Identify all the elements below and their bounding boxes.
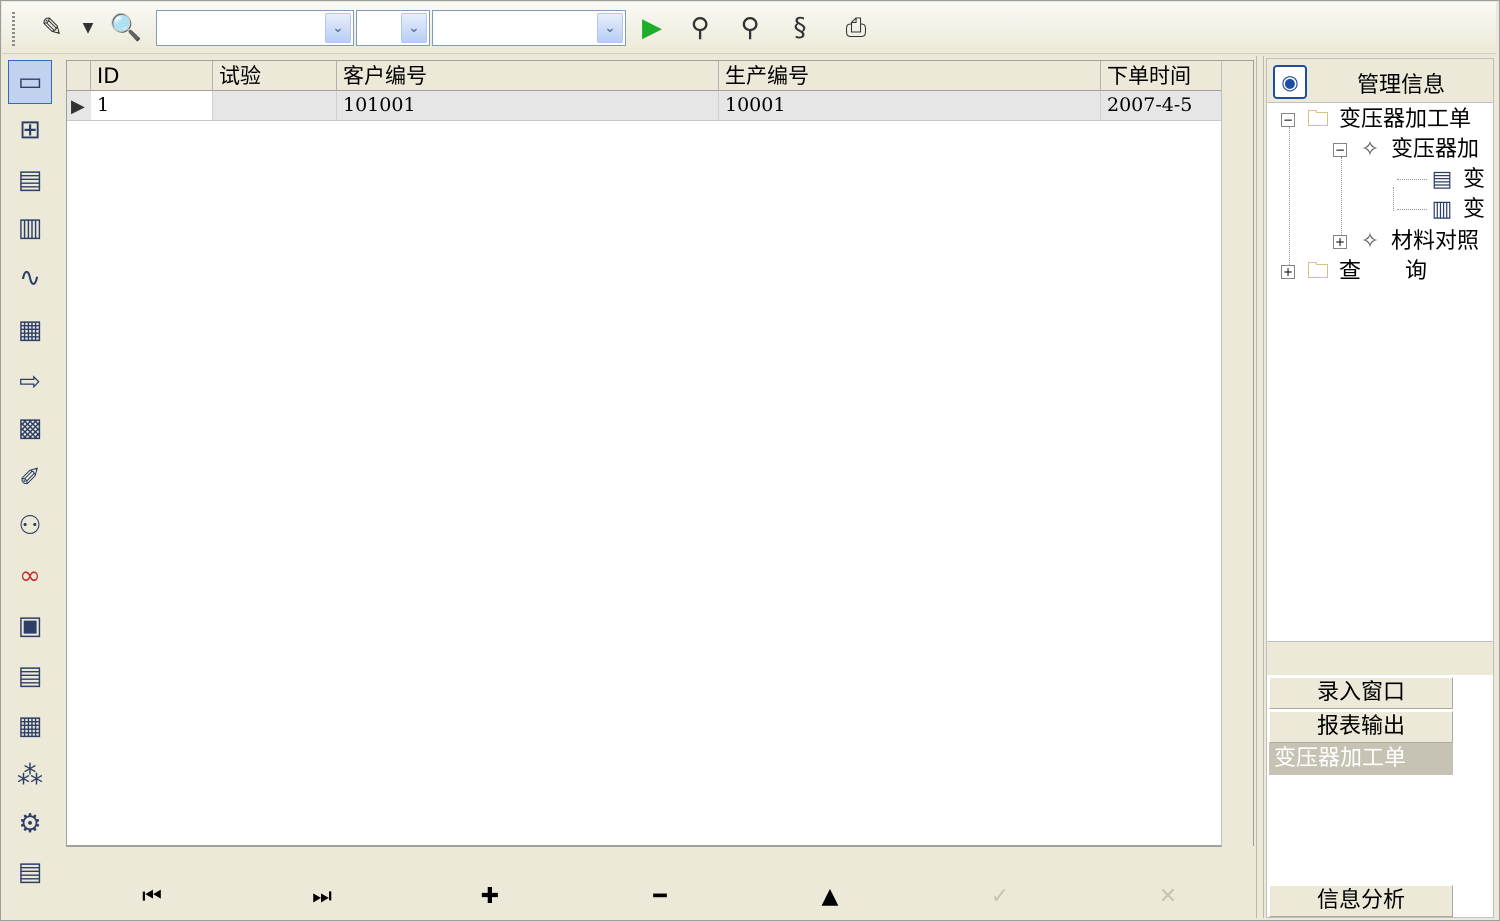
column-header-production-no[interactable]: 生产编号: [719, 61, 1101, 91]
download-grid-icon[interactable]: ▦: [8, 308, 52, 352]
tree-item-label: 变压器加工单: [1339, 107, 1472, 132]
matrix-icon[interactable]: ⁂: [8, 754, 52, 798]
table-row[interactable]: ▶ 1 101001 10001 2007-4-5: [67, 91, 1223, 121]
chevron-down-icon[interactable]: ⌄: [325, 13, 351, 43]
last-record-button[interactable]: ⏭: [302, 881, 342, 911]
import-icon[interactable]: ⇨: [8, 360, 52, 404]
tool-icon: ✧: [1360, 229, 1380, 254]
tool-icon: ✧: [1360, 137, 1380, 162]
panel-header: ◉ 管理信息: [1267, 59, 1493, 103]
window-icon[interactable]: ▭: [8, 60, 52, 104]
cell-customer-no[interactable]: 101001: [337, 91, 719, 120]
list-icon[interactable]: ▤: [8, 850, 52, 894]
tree-item-label: 材料对照: [1391, 229, 1480, 254]
workflow-icon[interactable]: ⚙: [8, 802, 52, 846]
column-header-order-time[interactable]: 下单时间: [1101, 61, 1223, 91]
tree-item-label: 变: [1463, 197, 1486, 222]
users-search-icon[interactable]: ⚇: [8, 504, 52, 548]
management-panel: ◉ 管理信息 − 🗀 变压器加工单 − ✧ 变压器加 ▤ 变 ▥ 变 + ✧ 材料对照 + 🗀 查 …: [1266, 58, 1494, 918]
panel-splitter[interactable]: [1256, 56, 1264, 918]
find-next-icon[interactable]: ⚲: [732, 10, 768, 46]
expand-icon[interactable]: +: [1333, 235, 1347, 249]
tree-guide-line: [1397, 209, 1427, 210]
insert-record-button[interactable]: ✚: [470, 881, 510, 911]
column-header-customer-no[interactable]: 客户编号: [337, 61, 719, 91]
cell-order-time[interactable]: 2007-4-5: [1101, 91, 1223, 120]
column-header-id[interactable]: ID: [91, 61, 213, 91]
tree-item-materials[interactable]: + ✧ 材料对照: [1333, 227, 1479, 257]
panel-title: 管理信息: [1357, 73, 1446, 98]
filter-combo-3[interactable]: ⌄: [432, 10, 626, 46]
left-toolbar: ▭ ⊞ ▤ ▥ ∿ ▦ ⇨ ▩ ✐ ⚇ ∞ ▣ ▤ ▦ ⁂ ⚙ ▤: [4, 56, 58, 918]
tree-guide-line: [1397, 179, 1427, 180]
replace-icon[interactable]: §: [782, 10, 818, 46]
folder-icon: 🗀: [1306, 107, 1329, 132]
header-indicator-column: [67, 61, 91, 91]
form-icon[interactable]: ▤: [8, 158, 52, 202]
grid-header: ID 试验 客户编号 生产编号 下单时间: [67, 61, 1223, 91]
relations-icon[interactable]: ∞: [8, 554, 52, 598]
find-icon[interactable]: ⚲: [682, 10, 718, 46]
tree-guide-line: [1393, 187, 1394, 211]
folder-icon: 🗀: [1306, 259, 1329, 284]
transformer-order-button[interactable]: 变压器加工单: [1269, 743, 1453, 775]
edit-record-button[interactable]: ▲: [810, 881, 850, 911]
table-icon[interactable]: ▩: [8, 406, 52, 450]
report-output-button[interactable]: 报表输出: [1269, 711, 1453, 743]
chevron-down-icon[interactable]: ⌄: [401, 13, 427, 43]
tree-item-query[interactable]: + 🗀 查 询: [1281, 257, 1427, 287]
tree-item-label: 变压器加: [1391, 137, 1480, 162]
form-icon: ▤: [1431, 167, 1453, 192]
edit-chart-icon[interactable]: ✐: [8, 456, 52, 500]
row-indicator-icon: ▶: [71, 96, 85, 117]
document-settings-icon[interactable]: ▤: [8, 654, 52, 698]
tree-item-transformer-order[interactable]: − 🗀 变压器加工单: [1281, 105, 1471, 135]
collapse-panel-icon[interactable]: ◉: [1273, 65, 1307, 99]
record-navigator: ⏮ ⏭ ✚ ━ ▲ ✓ ✕: [66, 846, 1222, 918]
tree-item-transformer-sub[interactable]: − ✧ 变压器加: [1333, 135, 1479, 165]
dropdown-arrow-icon[interactable]: ▼: [78, 10, 98, 46]
collapse-icon[interactable]: −: [1281, 113, 1295, 127]
report-settings-icon[interactable]: ▣: [8, 604, 52, 648]
grid-export-icon[interactable]: ▦: [8, 704, 52, 748]
info-analysis-button[interactable]: 信息分析: [1269, 885, 1453, 917]
tree-guide-line: [1289, 127, 1290, 275]
chart-icon[interactable]: ∿: [8, 256, 52, 300]
column-header-test[interactable]: 试验: [213, 61, 337, 91]
pencil-icon[interactable]: ✎: [34, 10, 70, 46]
grid-vertical-scroll-area[interactable]: [1221, 61, 1253, 847]
tree-item-report[interactable]: ▥ 变: [1427, 195, 1485, 225]
chevron-down-icon[interactable]: ⌄: [597, 13, 623, 43]
cell-id[interactable]: 1: [91, 91, 213, 120]
data-grid[interactable]: ID 试验 客户编号 生产编号 下单时间 ▶ 1 101001 10001 20…: [66, 60, 1254, 847]
run-icon[interactable]: ▶: [634, 10, 670, 46]
collapse-icon[interactable]: −: [1333, 143, 1347, 157]
toolbar-grip[interactable]: [12, 12, 15, 46]
tree-diagram-icon[interactable]: ⊞: [8, 108, 52, 152]
filter-combo-2[interactable]: ⌄: [356, 10, 430, 46]
expand-icon[interactable]: +: [1281, 265, 1295, 279]
filter-combo-1[interactable]: ⌄: [156, 10, 354, 46]
main-toolbar: ✎ ▼ 🔍 ⌄ ⌄ ⌄ ▶ ⚲ ⚲ § ⎙: [2, 2, 1496, 54]
post-record-button[interactable]: ✓: [980, 881, 1020, 911]
document-icon: ▥: [1431, 197, 1453, 222]
first-record-button[interactable]: ⏮: [132, 881, 172, 911]
document-icon[interactable]: ▥: [8, 206, 52, 250]
magnifier-icon[interactable]: 🔍: [108, 10, 144, 46]
cell-test[interactable]: [213, 91, 337, 120]
tree-item-label: 查 询: [1339, 259, 1428, 284]
input-window-button[interactable]: 录入窗口: [1269, 677, 1453, 709]
panel-divider: [1267, 641, 1493, 675]
cell-production-no[interactable]: 10001: [719, 91, 1101, 120]
cancel-record-button[interactable]: ✕: [1148, 881, 1188, 911]
tree-item-form[interactable]: ▤ 变: [1427, 165, 1485, 195]
delete-record-button[interactable]: ━: [640, 881, 680, 911]
print-icon[interactable]: ⎙: [838, 10, 874, 46]
tree-item-label: 变: [1463, 167, 1486, 192]
